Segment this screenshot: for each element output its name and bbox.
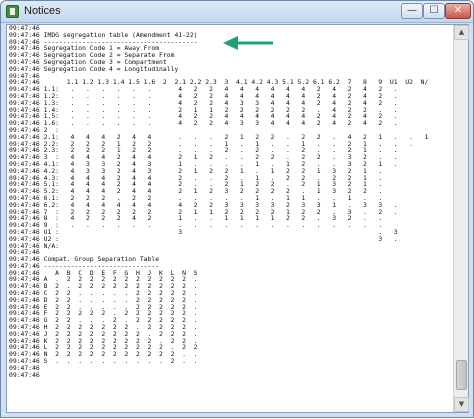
minimize-button[interactable]: — (401, 3, 423, 19)
title-bar[interactable]: Notices — ☐ ✕ (1, 1, 473, 23)
close-button[interactable]: ✕ (445, 3, 471, 19)
log-line: 09:47:46 1.6: . . . . . . 4 2 2 4 3 3 4 … (9, 119, 398, 128)
log-line: 09:47:46 (9, 363, 40, 372)
log-line: 09:47:46 U2 : 3 . (9, 234, 398, 243)
scroll-down-button[interactable]: ▼ (454, 397, 469, 412)
log-line: 09:47:46 S . . . . . . . . . . 2 . . (9, 357, 198, 366)
notices-window: Notices — ☐ ✕ 09:47:46 09:47:46 IMDG segr… (0, 0, 474, 418)
notices-app-icon (6, 5, 19, 18)
notices-content-area: 09:47:46 09:47:46 IMDG segregation table … (6, 24, 469, 413)
vertical-scrollbar[interactable]: ▲ ▼ (453, 25, 469, 412)
window-title: Notices (24, 5, 61, 17)
log-line: 09:47:46 (9, 370, 40, 379)
log-line: 09:47:46 N/A: (9, 241, 60, 250)
maximize-button[interactable]: ☐ (423, 3, 445, 19)
notices-log-text[interactable]: 09:47:46 09:47:46 IMDG segregation table … (7, 25, 453, 412)
log-line: 09:47:46 Segregation Code 4 = Longitudin… (9, 64, 179, 73)
scroll-up-button[interactable]: ▲ (454, 25, 469, 40)
scrollbar-thumb[interactable] (456, 360, 467, 390)
